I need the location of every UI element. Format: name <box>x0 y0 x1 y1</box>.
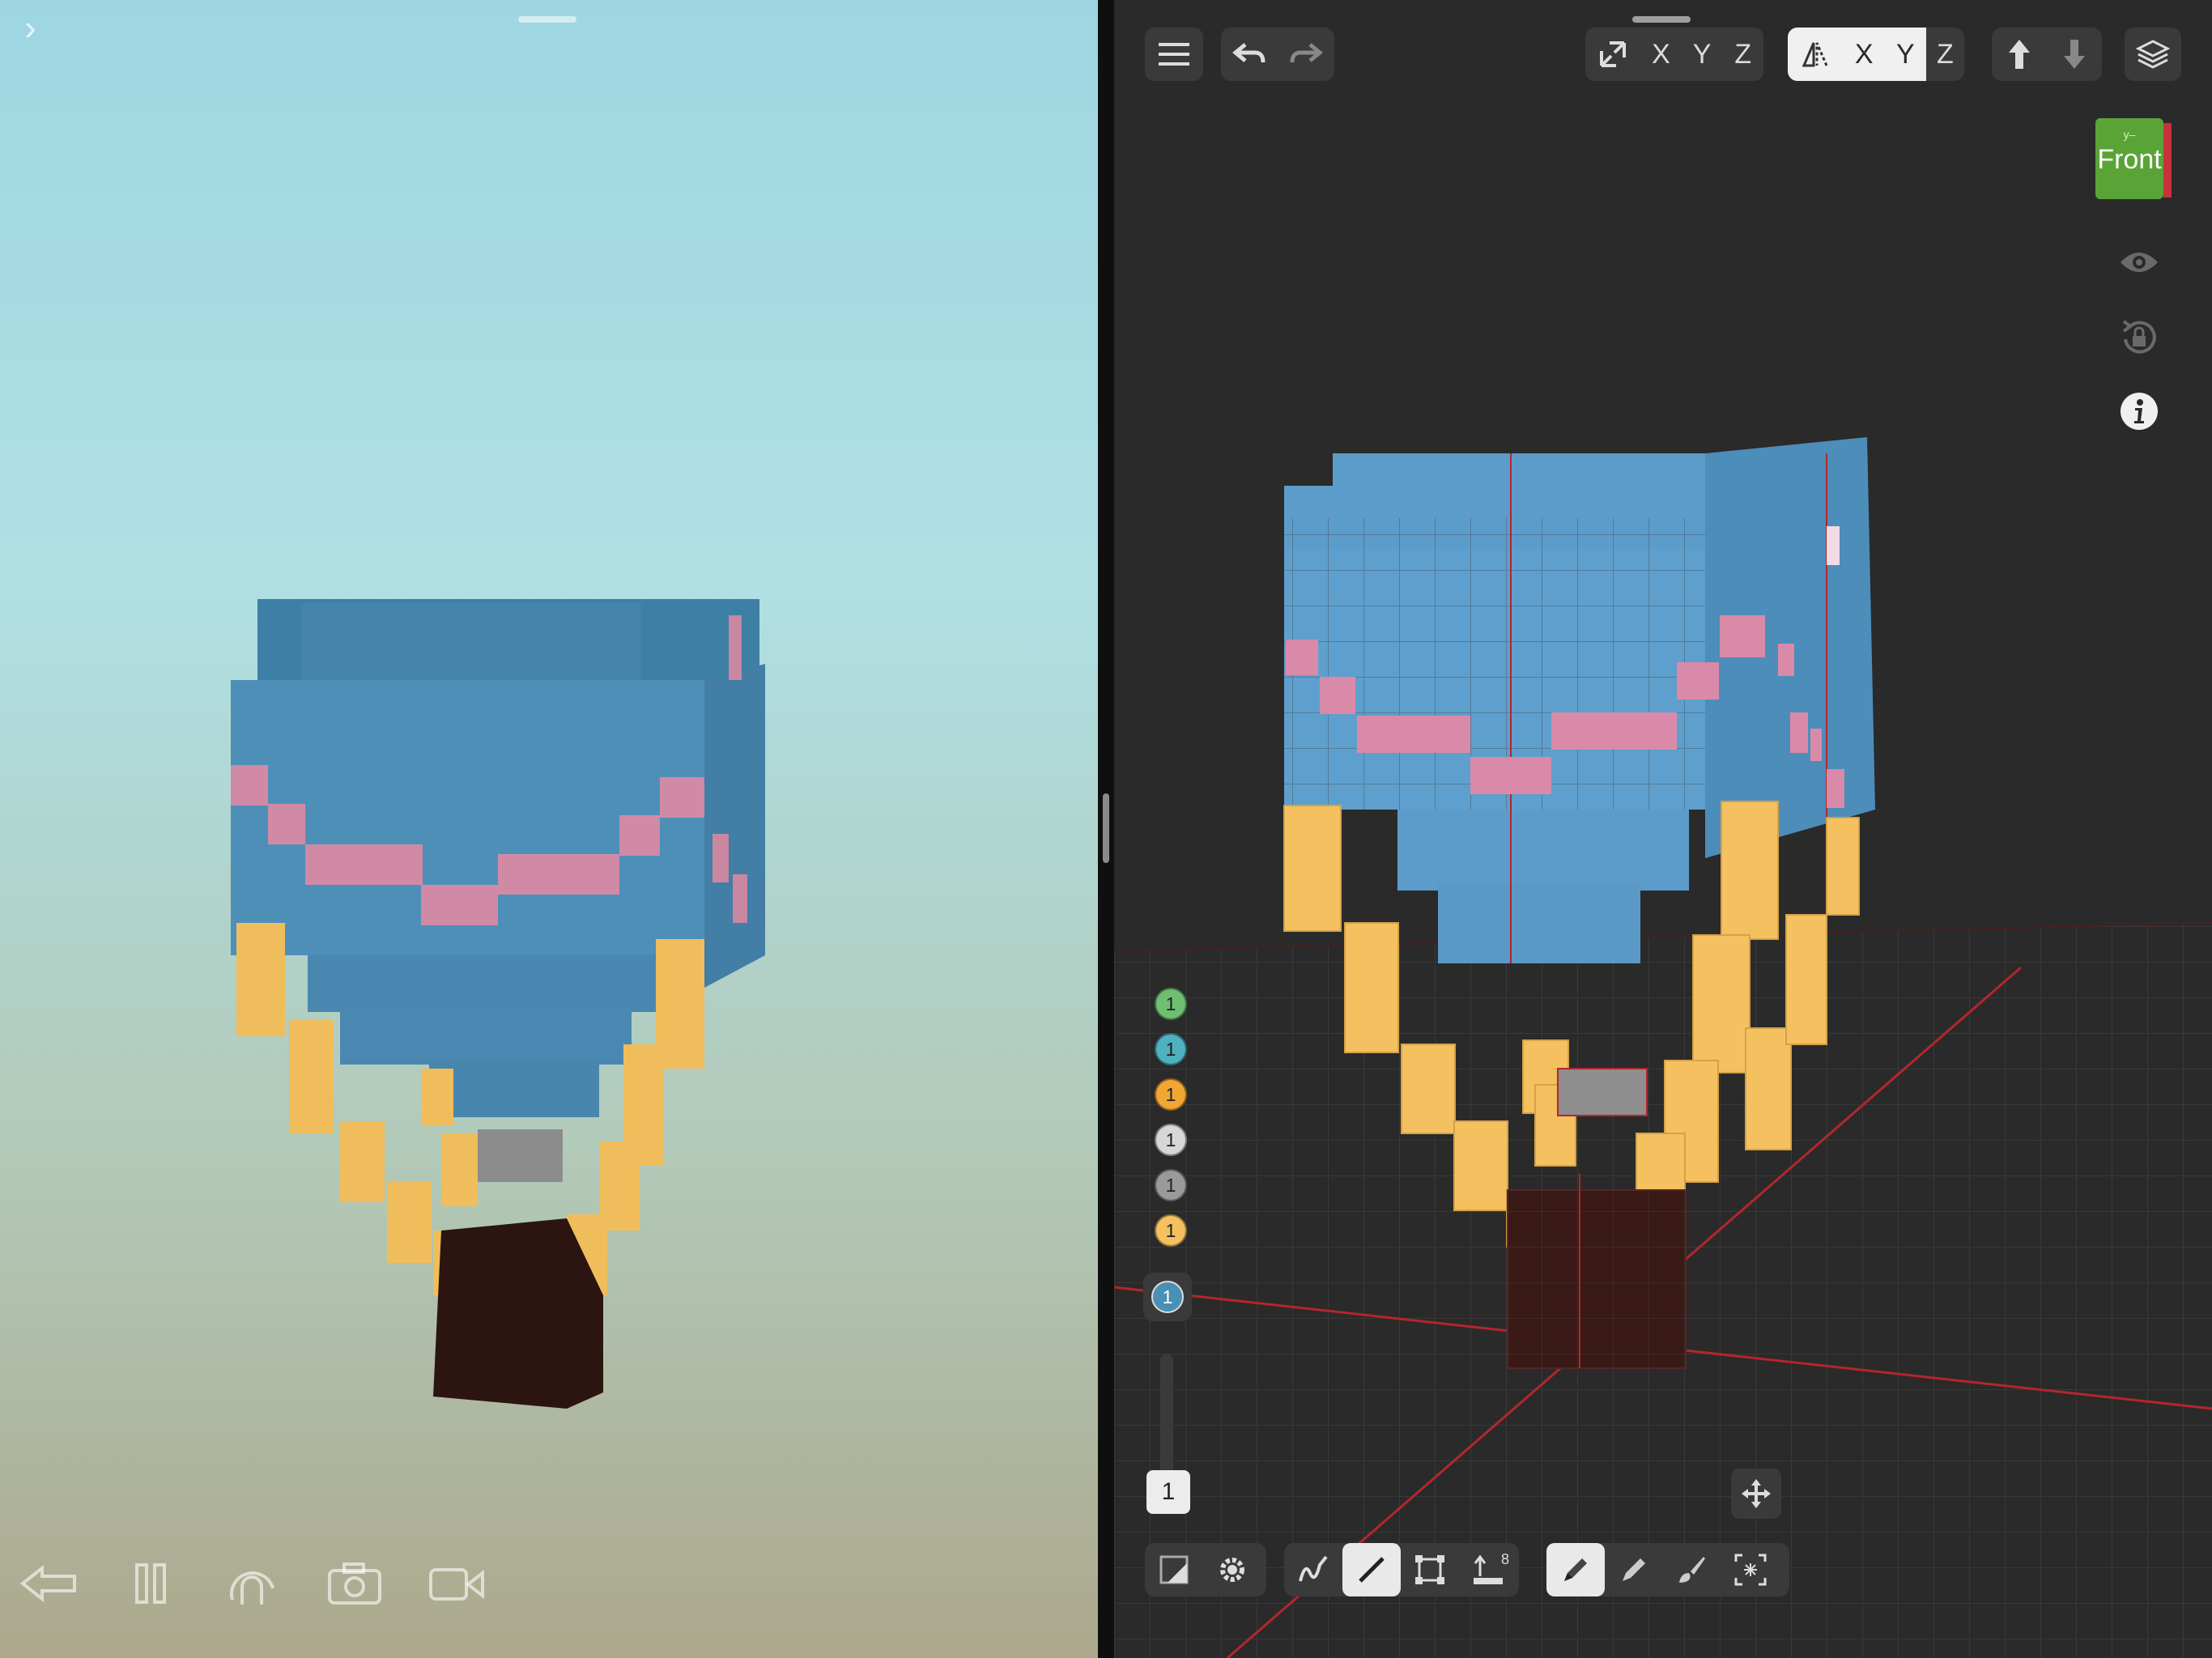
freehand-mode-button[interactable] <box>1284 1543 1342 1596</box>
preview-viewer[interactable]: › <box>0 0 1098 1658</box>
line-icon <box>1359 1557 1385 1583</box>
selection-icon <box>1734 1554 1767 1586</box>
palette-color-orange[interactable]: 1 <box>1155 1078 1187 1111</box>
symmetry-axis-group: X Y Z <box>1788 28 1964 81</box>
palette-color-gray[interactable]: 1 <box>1155 1169 1187 1201</box>
symmetry-toggle-button[interactable] <box>1788 28 1844 81</box>
symmetry-axis-x[interactable]: X <box>1843 28 1885 81</box>
view-cube-axis-label: y– <box>2123 128 2136 141</box>
redo-button[interactable] <box>1278 28 1334 81</box>
select-tool-button[interactable] <box>1721 1543 1780 1596</box>
arrow-up-icon <box>2009 40 2030 69</box>
move-down-button[interactable] <box>2047 28 2102 81</box>
erase-tool-button[interactable] <box>1605 1543 1663 1596</box>
palette-color-teal[interactable]: 1 <box>1155 1033 1187 1065</box>
pencil-tool-button[interactable] <box>1546 1543 1605 1596</box>
redo-icon <box>1290 43 1323 63</box>
video-icon[interactable] <box>424 1558 489 1609</box>
brush-tool-group <box>1546 1543 1789 1596</box>
layers-button[interactable] <box>2125 28 2181 81</box>
view-options-group <box>1145 1543 1266 1596</box>
symmetry-axis-y[interactable]: Y <box>1884 28 1926 81</box>
pencil-icon <box>1564 1558 1587 1581</box>
mirror-axis-group: X Y Z <box>1585 28 1763 81</box>
undo-redo-group <box>1221 28 1334 81</box>
selected-color-button[interactable]: 1 <box>1143 1273 1192 1321</box>
rotation-lock-button[interactable] <box>2115 312 2163 361</box>
view-cube[interactable]: y– Front <box>2095 118 2172 199</box>
eye-icon <box>2121 253 2158 272</box>
resize-arrows-icon <box>1600 41 1627 67</box>
layers-icon <box>2135 40 2171 69</box>
back-arrow-icon[interactable] <box>16 1558 81 1609</box>
pause-icon[interactable] <box>118 1558 183 1609</box>
extrude-mode-button[interactable]: 8 <box>1459 1543 1517 1596</box>
split-divider[interactable] <box>1098 0 1114 1658</box>
extrude-depth-label: 8 <box>1500 1551 1509 1567</box>
move-arrows-icon <box>1742 1479 1771 1508</box>
box-mode-button[interactable] <box>1401 1543 1459 1596</box>
camera-icon[interactable] <box>322 1558 387 1609</box>
freehand-icon <box>1299 1555 1328 1582</box>
line-mode-button[interactable] <box>1342 1543 1401 1596</box>
layer-move-group <box>1992 28 2102 81</box>
box-select-icon <box>1415 1555 1444 1584</box>
undo-icon <box>1232 43 1266 63</box>
draw-mode-group: 8 <box>1284 1543 1519 1596</box>
arrow-down-icon <box>2064 40 2085 69</box>
info-button[interactable] <box>2115 387 2163 436</box>
move-up-button[interactable] <box>1992 28 2047 81</box>
brush-size-slider-track[interactable] <box>1160 1354 1173 1475</box>
rotation-lock-icon <box>2122 320 2156 354</box>
palette-color-green[interactable]: 1 <box>1155 988 1187 1020</box>
info-icon <box>2121 393 2158 430</box>
selected-color-chip: 1 <box>1151 1281 1184 1313</box>
mirror-axis-y[interactable]: Y <box>1682 28 1723 81</box>
preview-model <box>231 599 765 1409</box>
paintbrush-icon <box>1679 1557 1705 1583</box>
grid-toggle-button[interactable] <box>1145 1543 1203 1596</box>
rotate-icon[interactable] <box>220 1558 285 1609</box>
editor-scene <box>1114 437 2212 1658</box>
palette-color-light-gray[interactable]: 1 <box>1155 1124 1187 1156</box>
gear-icon <box>1220 1558 1244 1582</box>
mirror-toggle-button[interactable] <box>1585 28 1640 81</box>
pan-button[interactable] <box>1731 1469 1781 1519</box>
pen-icon <box>1623 1558 1645 1581</box>
visibility-button[interactable] <box>2115 238 2163 287</box>
mirror-axis-x[interactable]: X <box>1640 28 1682 81</box>
symmetry-axis-z[interactable]: Z <box>1926 28 1964 81</box>
menu-button[interactable] <box>1145 28 1203 81</box>
palette-color-yellow[interactable]: 1 <box>1155 1214 1187 1247</box>
symmetry-icon <box>1802 42 1828 67</box>
brush-size-value[interactable]: 1 <box>1146 1470 1190 1514</box>
corner-square-icon <box>1159 1555 1189 1584</box>
hamburger-icon <box>1159 43 1189 66</box>
view-cube-face-label: Front <box>2097 144 2162 175</box>
settings-button[interactable] <box>1203 1543 1261 1596</box>
viewer-controls <box>16 1558 489 1609</box>
undo-button[interactable] <box>1221 28 1278 81</box>
paint-tool-button[interactable] <box>1663 1543 1721 1596</box>
extrude-icon <box>1474 1554 1503 1584</box>
editor-viewport[interactable]: X Y Z X Y Z y– Front 1 1 1 1 1 1 1 1 8 <box>1114 0 2212 1658</box>
mirror-axis-z[interactable]: Z <box>1722 28 1763 81</box>
